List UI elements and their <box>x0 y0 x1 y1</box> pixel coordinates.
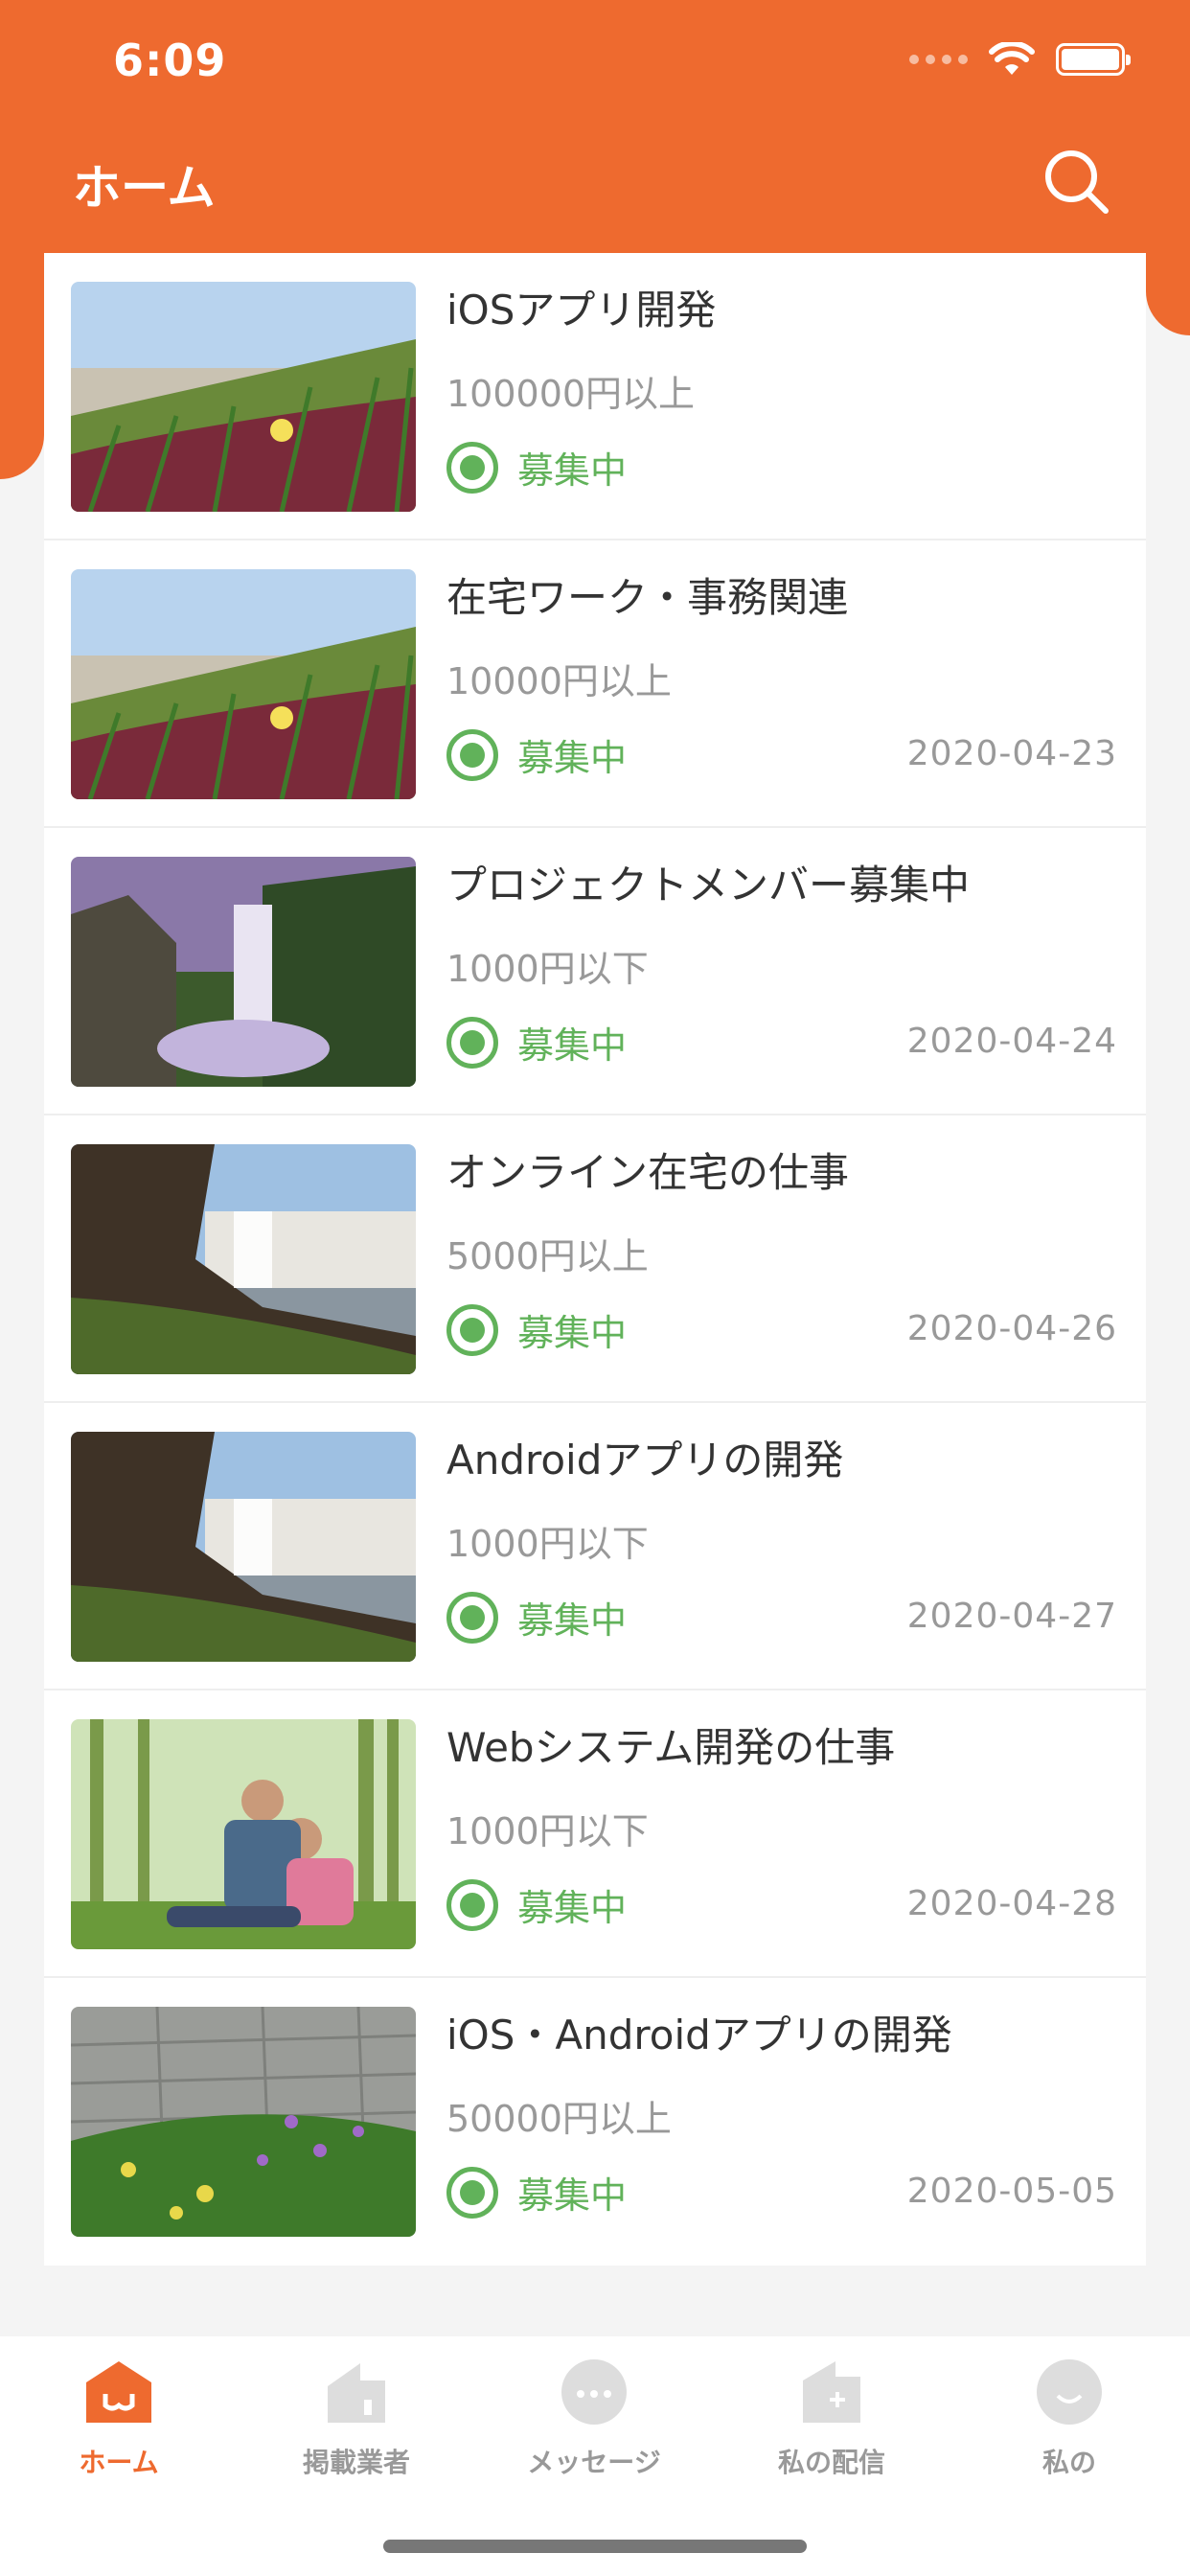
status-label: 募集中 <box>517 1024 628 1067</box>
message-icon <box>561 2359 627 2425</box>
status-badge: 募集中 <box>446 1016 627 1069</box>
tab-label: メッセージ <box>527 2447 661 2478</box>
store-icon <box>328 2363 385 2423</box>
tab-label: ホーム <box>79 2447 159 2478</box>
status-dot-icon <box>446 1303 498 1356</box>
status-badge: 募集中 <box>446 441 627 494</box>
job-title: iOS・Androidアプリの開発 <box>446 2012 952 2058</box>
job-date: 2020-04-28 <box>906 1884 1117 1923</box>
job-price: 10000円以上 <box>446 660 672 702</box>
profile-icon <box>1037 2359 1102 2425</box>
status-time: 6:09 <box>113 34 227 86</box>
list-item[interactable]: プロジェクトメンバー募集中 1000円以下 募集中 2020-04-24 <box>44 828 1146 1116</box>
status-badge: 募集中 <box>446 1878 627 1931</box>
status-badge: 募集中 <box>446 728 627 781</box>
job-title: Androidアプリの開発 <box>446 1437 844 1484</box>
header-decoration-right <box>1146 240 1190 335</box>
tab-label: 掲載業者 <box>302 2447 410 2478</box>
status-badge: 募集中 <box>446 1303 627 1356</box>
post-icon <box>803 2361 860 2423</box>
job-date: 2020-04-23 <box>906 734 1117 773</box>
job-thumbnail <box>71 282 416 512</box>
list-item[interactable]: オンライン在宅の仕事 5000円以上 募集中 2020-04-26 <box>44 1116 1146 1403</box>
header-decoration-left <box>0 240 44 479</box>
home-indicator <box>383 2540 807 2553</box>
list-item[interactable]: iOSアプリ開発 100000円以上 募集中 <box>44 253 1146 540</box>
job-price: 50000円以上 <box>446 2098 672 2140</box>
status-label: 募集中 <box>517 737 628 779</box>
job-thumbnail <box>71 857 416 1087</box>
status-label: 募集中 <box>517 449 628 492</box>
status-label: 募集中 <box>517 1312 628 1354</box>
status-badge: 募集中 <box>446 2166 627 2219</box>
job-price: 1000円以下 <box>446 1810 649 1852</box>
list-item[interactable]: Androidアプリの開発 1000円以下 募集中 2020-04-27 <box>44 1403 1146 1690</box>
job-date: 2020-04-27 <box>906 1597 1117 1636</box>
wifi-icon <box>989 42 1035 75</box>
tab-home[interactable]: ホーム <box>0 2358 238 2492</box>
job-thumbnail <box>71 1144 416 1374</box>
status-icons <box>909 42 1131 77</box>
status-badge: 募集中 <box>446 1591 627 1644</box>
list-item[interactable]: Webシステム開発の仕事 1000円以下 募集中 2020-04-28 <box>44 1690 1146 1978</box>
job-thumbnail <box>71 569 416 799</box>
job-list: iOSアプリ開発 100000円以上 募集中 在宅ワーク・事務関連 10000円… <box>44 253 1146 2266</box>
tab-label: 私の <box>1041 2447 1096 2478</box>
job-title: 在宅ワーク・事務関連 <box>446 574 849 621</box>
job-thumbnail <box>71 2007 416 2237</box>
status-dot-icon <box>446 1591 498 1644</box>
search-icon <box>1045 150 1109 214</box>
list-item[interactable]: iOS・Androidアプリの開発 50000円以上 募集中 2020-05-0… <box>44 1978 1146 2266</box>
job-price: 100000円以上 <box>446 373 696 415</box>
status-label: 募集中 <box>517 2174 628 2217</box>
status-label: 募集中 <box>517 1887 628 1929</box>
job-date: 2020-05-05 <box>906 2172 1117 2211</box>
list-item[interactable]: 在宅ワーク・事務関連 10000円以上 募集中 2020-04-23 <box>44 540 1146 828</box>
status-dot-icon <box>446 1016 498 1069</box>
tab-label: 私の配信 <box>777 2447 885 2478</box>
page-title: ホーム <box>73 160 216 216</box>
job-title: オンライン在宅の仕事 <box>446 1149 850 1196</box>
job-price: 5000円以上 <box>446 1235 649 1277</box>
status-dot-icon <box>446 1878 498 1931</box>
job-price: 1000円以下 <box>446 948 649 990</box>
job-title: Webシステム開発の仕事 <box>446 1724 896 1771</box>
job-title: プロジェクトメンバー募集中 <box>446 862 971 908</box>
job-date: 2020-04-24 <box>906 1022 1117 1061</box>
home-icon <box>86 2361 151 2423</box>
tab-messages[interactable]: メッセージ <box>475 2358 713 2492</box>
battery-icon <box>1056 43 1131 76</box>
job-title: iOSアプリ開発 <box>446 287 717 334</box>
job-date: 2020-04-26 <box>906 1309 1117 1348</box>
job-thumbnail <box>71 1432 416 1662</box>
tab-profile[interactable]: 私の <box>950 2358 1188 2492</box>
status-dot-icon <box>446 728 498 781</box>
status-dot-icon <box>446 441 498 494</box>
status-label: 募集中 <box>517 1599 628 1642</box>
signal-icon <box>909 55 968 64</box>
job-thumbnail <box>71 1719 416 1949</box>
tab-vendors[interactable]: 掲載業者 <box>238 2358 475 2492</box>
job-price: 1000円以下 <box>446 1523 649 1565</box>
status-dot-icon <box>446 2166 498 2219</box>
search-button[interactable] <box>1039 144 1115 220</box>
tab-my-posts[interactable]: 私の配信 <box>713 2358 950 2492</box>
